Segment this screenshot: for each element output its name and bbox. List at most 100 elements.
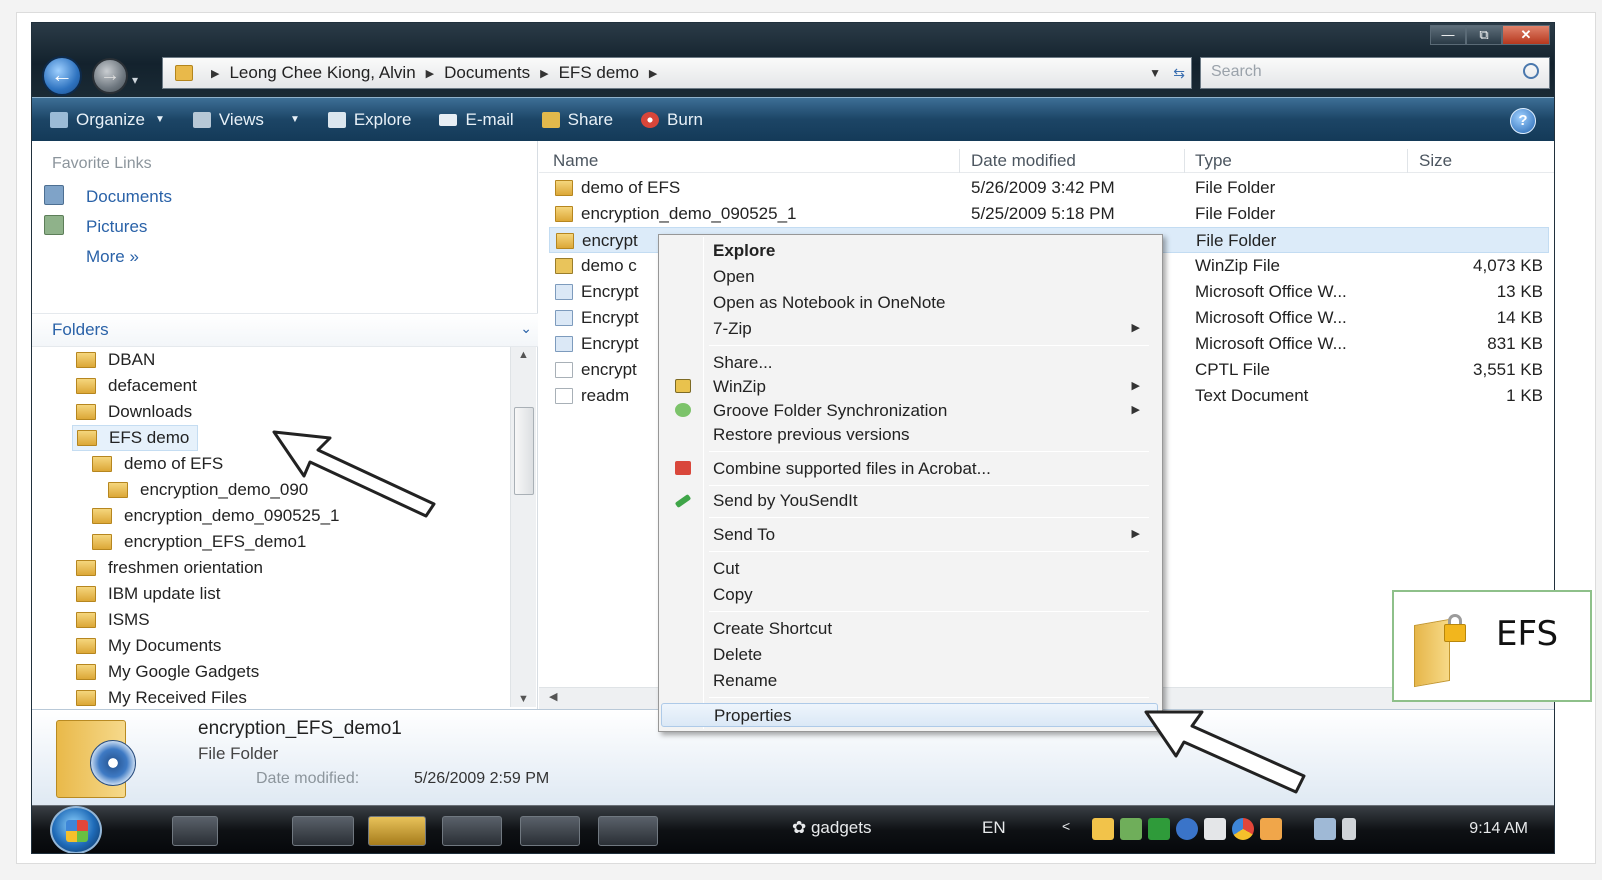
menu-item-cut[interactable]: Cut [661, 557, 1158, 581]
menu-item-groove-sync[interactable]: Groove Folder Synchronization ▶ [661, 399, 1158, 423]
share-button[interactable]: Share [541, 110, 613, 130]
menu-item-7zip[interactable]: 7-Zip ▶ [661, 317, 1158, 341]
column-header-name[interactable]: Name [553, 151, 598, 171]
tray-computer-icon[interactable] [1314, 818, 1336, 840]
tray-app-icon[interactable] [1232, 818, 1254, 840]
burn-button[interactable]: Burn [641, 110, 703, 130]
column-divider[interactable] [1407, 149, 1408, 173]
chevron-down-icon[interactable]: ⌄ [520, 320, 532, 337]
envelope-icon [439, 113, 458, 126]
tree-item-ibm-update-list[interactable]: IBM update list [76, 581, 220, 607]
volume-icon[interactable] [1342, 818, 1356, 840]
favorite-more-link[interactable]: More » [86, 247, 139, 267]
breadcrumb-documents[interactable]: Documents [444, 63, 530, 83]
menu-item-label: Rename [713, 671, 778, 690]
tree-item-encryption-efs-demo1[interactable]: encryption_EFS_demo1 [92, 529, 306, 555]
tree-item-my-documents[interactable]: My Documents [76, 633, 221, 659]
favorite-documents-link[interactable]: Documents [86, 187, 172, 207]
breadcrumb-efs-demo[interactable]: EFS demo [559, 63, 639, 83]
folder-icon [92, 456, 112, 472]
folder-tree-scrollbar[interactable]: ▲ ▼ [510, 347, 536, 707]
tree-item-downloads[interactable]: Downloads [76, 399, 192, 425]
menu-item-winzip[interactable]: WinZip ▶ [661, 375, 1158, 399]
quick-launch-desktop-icon[interactable] [172, 816, 218, 846]
organize-button[interactable]: Organize ▼ [50, 110, 165, 130]
scroll-up-arrow-icon[interactable]: ▲ [511, 349, 536, 361]
column-header-size[interactable]: Size [1419, 151, 1452, 171]
refresh-icon[interactable]: ⇆ [1173, 65, 1185, 82]
language-indicator[interactable]: EN [982, 818, 1006, 838]
internet-explorer-icon[interactable] [292, 816, 354, 846]
help-icon[interactable]: ? [1510, 108, 1536, 134]
menu-item-delete[interactable]: Delete [661, 643, 1158, 667]
menu-item-open[interactable]: Open [661, 265, 1158, 289]
file-row[interactable]: demo of EFS 5/26/2009 3:42 PM File Folde… [549, 175, 1549, 201]
breadcrumb-separator-icon[interactable]: ▶ [649, 67, 657, 80]
menu-item-rename[interactable]: Rename [661, 669, 1158, 693]
menu-item-copy[interactable]: Copy [661, 583, 1158, 607]
scroll-left-arrow-icon[interactable]: ◀ [549, 690, 557, 703]
tray-app-icon[interactable] [1260, 818, 1282, 840]
folder-icon [76, 378, 96, 394]
address-bar[interactable]: ▶ Leong Chee Kiong, Alvin ▶ Documents ▶ … [162, 57, 1192, 89]
tray-mail-icon[interactable] [1092, 818, 1114, 840]
column-header-date-modified[interactable]: Date modified [971, 151, 1076, 171]
menu-item-open-as-notebook[interactable]: Open as Notebook in OneNote [661, 291, 1158, 315]
tray-network-icon[interactable] [1176, 818, 1198, 840]
explore-button[interactable]: Explore [327, 110, 411, 130]
tree-item-freshmen-orientation[interactable]: freshmen orientation [76, 555, 263, 581]
views-button[interactable]: Views ▼ [192, 110, 300, 130]
tray-app-icon[interactable] [1148, 818, 1170, 840]
breadcrumb-separator-icon[interactable]: ▶ [540, 67, 548, 80]
column-header-type[interactable]: Type [1195, 151, 1232, 171]
menu-item-combine-acrobat[interactable]: Combine supported files in Acrobat... [661, 457, 1158, 481]
breadcrumb-separator-icon[interactable]: ▶ [211, 67, 219, 80]
file-row[interactable]: encryption_demo_090525_1 5/25/2009 5:18 … [549, 201, 1549, 227]
column-divider[interactable] [959, 149, 960, 173]
tray-app-icon[interactable] [1120, 818, 1142, 840]
close-button[interactable]: ✕ [1502, 25, 1550, 45]
tree-item-isms[interactable]: ISMS [76, 607, 150, 633]
menu-item-restore-previous-versions[interactable]: Restore previous versions [661, 423, 1158, 447]
show-hidden-icons-chevron-icon[interactable]: < [1062, 818, 1070, 834]
favorite-pictures-link[interactable]: Pictures [86, 217, 147, 237]
tree-item-efs-demo[interactable]: EFS demo [72, 425, 199, 451]
taskbar-app-button[interactable] [598, 816, 658, 846]
tree-item-my-google-gadgets[interactable]: My Google Gadgets [76, 659, 259, 685]
scroll-down-arrow-icon[interactable]: ▼ [511, 693, 536, 705]
tree-item-dban[interactable]: DBAN [76, 347, 155, 373]
folders-header-bar[interactable]: Folders ⌄ [32, 313, 538, 347]
recent-pages-chevron-icon[interactable]: ▾ [132, 73, 138, 87]
back-arrow-icon[interactable]: ← [42, 56, 82, 96]
breadcrumb-separator-icon[interactable]: ▶ [426, 67, 434, 80]
forward-arrow-icon[interactable]: → [92, 58, 128, 94]
search-input[interactable]: Search [1200, 57, 1550, 89]
menu-item-send-by-yousendit[interactable]: Send by YouSendIt [661, 489, 1158, 513]
start-button[interactable] [50, 806, 102, 853]
menu-item-label: Open [713, 267, 755, 286]
minimize-button[interactable]: — [1430, 25, 1466, 45]
menu-item-create-shortcut[interactable]: Create Shortcut [661, 617, 1158, 641]
menu-item-share[interactable]: Share... [661, 351, 1158, 375]
menu-item-label: Groove Folder Synchronization [713, 401, 948, 420]
taskbar-app-button[interactable] [442, 816, 502, 846]
scrollbar-thumb[interactable] [514, 407, 534, 495]
column-divider[interactable] [1184, 149, 1185, 173]
menu-item-explore[interactable]: Explore [661, 239, 1158, 263]
explorer-folder-taskbar-button[interactable] [368, 816, 426, 846]
menu-item-send-to[interactable]: Send To ▶ [661, 523, 1158, 547]
menu-item-properties[interactable]: Properties [661, 703, 1158, 727]
file-type: WinZip File [1195, 256, 1281, 275]
tree-item-demo-of-efs[interactable]: demo of EFS [92, 451, 223, 477]
tray-app-icon[interactable] [1204, 818, 1226, 840]
breadcrumb-user[interactable]: Leong Chee Kiong, Alvin [229, 63, 415, 83]
tree-item-defacement[interactable]: defacement [76, 373, 197, 399]
taskbar-app-button[interactable] [520, 816, 580, 846]
search-icon[interactable] [1523, 63, 1539, 79]
address-dropdown-chevron-icon[interactable]: ▼ [1149, 66, 1161, 80]
gadgets-toolbar[interactable]: ✿ gadgets [792, 818, 871, 838]
clock[interactable]: 9:14 AM [1469, 820, 1528, 838]
tree-item-my-received-files[interactable]: My Received Files [76, 685, 247, 711]
maximize-button[interactable]: ⧉ [1466, 25, 1502, 45]
email-button[interactable]: E-mail [439, 110, 514, 130]
